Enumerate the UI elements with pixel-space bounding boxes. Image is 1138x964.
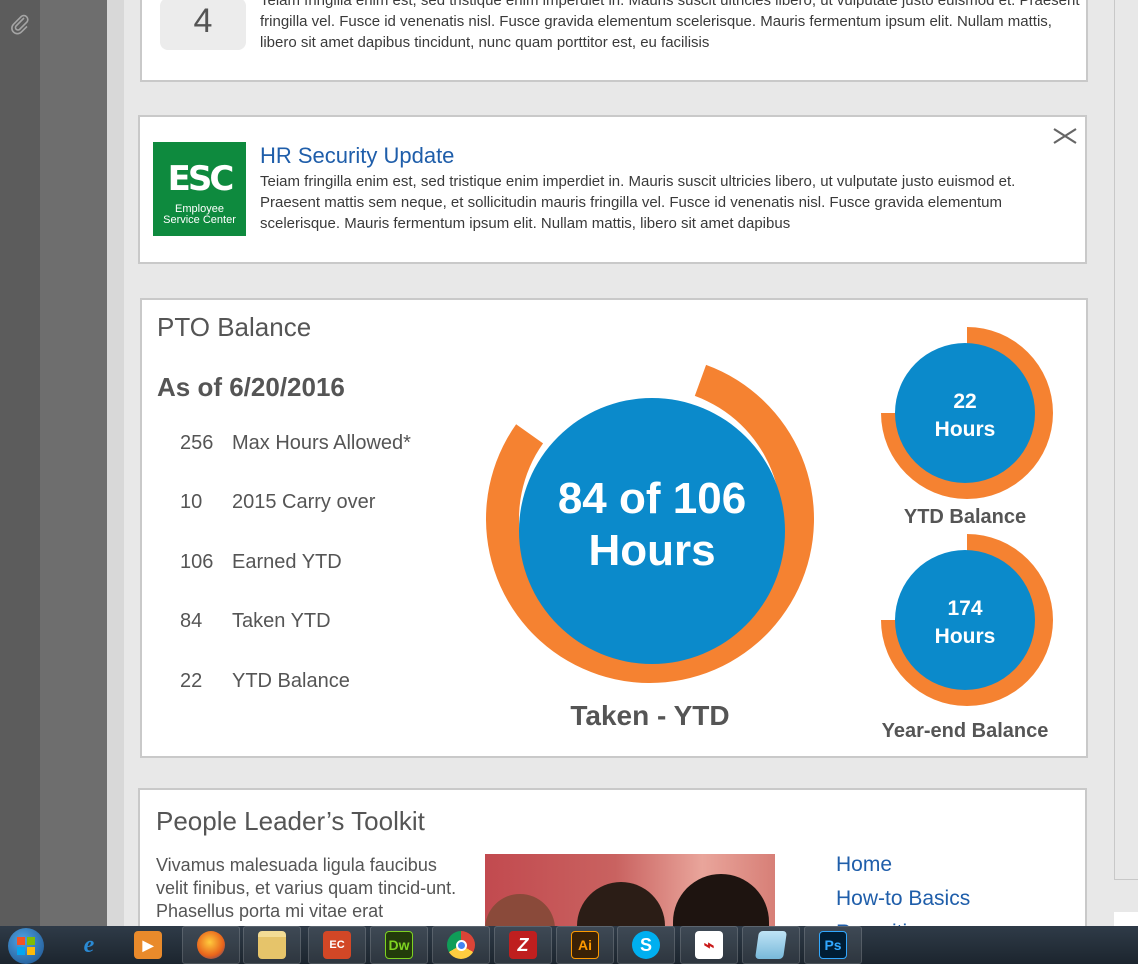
gauge-unit-text: Hours [935,625,996,648]
toolkit-link-how-to-basics[interactable]: How-to Basics [836,882,970,916]
gauge-value-text: 84 of 106 [558,474,746,523]
powerpoint-icon[interactable]: EC [308,926,366,964]
filezilla-icon[interactable]: Z [494,926,552,964]
close-icon[interactable] [1050,125,1080,149]
right-panel [1114,0,1138,880]
photoshop-icon[interactable]: Ps [804,926,862,964]
toolkit-text: Vivamus malesuada ligula faucibus velit … [156,855,457,921]
skype-icon[interactable]: S [617,926,675,964]
firefox-icon[interactable] [182,926,240,964]
notepad-icon[interactable] [742,926,800,964]
pto-gauge-charts: 84 of 106HoursTaken - YTD22HoursYTD Bala… [485,327,1053,742]
left-sidebar [0,0,40,926]
gauge-caption: YTD Balance [904,506,1026,528]
gauge-value-text: 174 [947,597,982,620]
hr-card-text: Teiam fringilla enim est, sed tristique … [260,173,1016,232]
hr-security-card: ESC Employee Service Center HR Security … [138,115,1087,264]
hr-card-title[interactable]: HR Security Update [260,143,454,169]
toolkit-title: People Leader’s Toolkit [156,806,425,836]
dreamweaver-icon[interactable]: Dw [370,926,428,964]
media-player-icon[interactable]: ▶ [119,926,177,964]
chrome-icon[interactable] [432,926,490,964]
news-card-4: 4 Teiam fringilla enim est, sed tristiqu… [140,0,1088,82]
left-gutter [40,0,107,926]
esc-logo: ESC Employee Service Center [153,142,246,236]
left-margin [107,0,124,926]
toolkit-link-home[interactable]: Home [836,848,970,882]
news-number-badge: 4 [160,0,246,50]
acrobat-icon[interactable]: ⌁ [680,926,738,964]
gauge-unit-text: Hours [935,418,996,441]
internet-explorer-icon[interactable]: e [60,926,118,964]
esc-logo-text: ESC [167,159,235,199]
right-corner [1114,912,1138,926]
gauge-caption: Taken - YTD [570,700,729,731]
gauge-value-text: 22 [953,390,976,413]
pto-balance-card: PTO Balance As of 6/20/2016 256 Max Hours… [140,298,1088,758]
paperclip-icon[interactable] [8,12,32,36]
news-text: Teiam fringilla enim est, sed tristique … [260,0,1080,51]
people-leader-toolkit-card: People Leader’s Toolkit Vivamus malesuad… [138,788,1087,944]
gauge-caption: Year-end Balance [882,720,1049,742]
esc-logo-subtitle-2: Service Center [163,214,236,226]
gauge-center-circle [895,550,1035,690]
windows-taskbar: e ▶ EC Dw Z Ai S ⌁ Ps [0,926,1138,964]
illustrator-icon[interactable]: Ai [556,926,614,964]
file-explorer-icon[interactable] [243,926,301,964]
gauge-unit-text: Hours [588,526,715,575]
gauge-center-circle [895,343,1035,483]
windows-start-icon[interactable] [8,928,44,964]
